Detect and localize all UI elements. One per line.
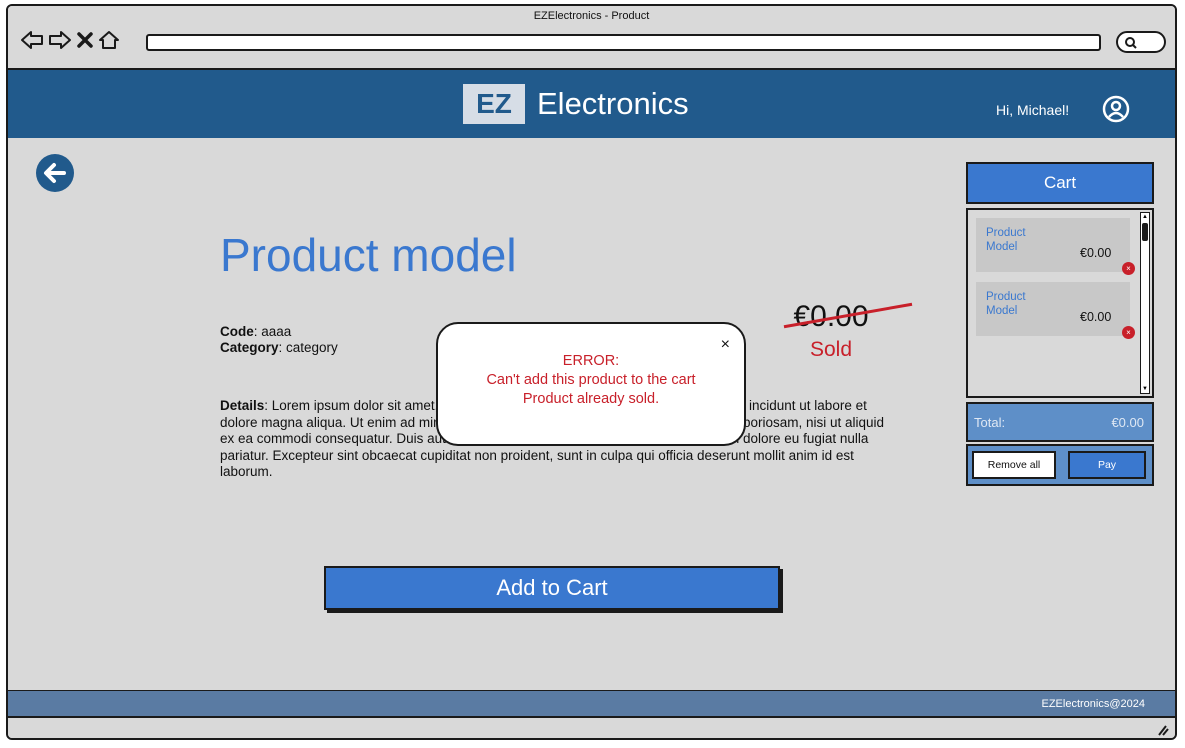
error-modal: × ERROR: Can't add this product to the c…	[436, 322, 746, 446]
browser-search[interactable]	[1116, 31, 1166, 53]
forward-arrow-icon[interactable]	[48, 30, 72, 50]
cart-actions: Remove all Pay	[966, 444, 1154, 486]
price-block: €0.00 Sold	[766, 300, 913, 362]
app-footer: EZElectronics@2024	[8, 690, 1175, 716]
category-value: : category	[278, 340, 338, 355]
logo-text: Electronics	[537, 86, 689, 121]
add-to-cart-button[interactable]: Add to Cart	[324, 566, 780, 610]
cart-item[interactable]: Product Model €0.00 ×	[976, 218, 1135, 275]
error-text: Can't add this product to the cart	[486, 372, 696, 388]
footer-text: EZElectronics@2024	[1041, 698, 1146, 710]
code-label: Code	[220, 324, 254, 339]
resize-grip-icon[interactable]	[1155, 722, 1169, 736]
cart-total: Total: €0.00	[966, 402, 1154, 442]
cart-item-name: Product Model	[986, 227, 1026, 253]
total-label: Total:	[974, 415, 1006, 430]
logo[interactable]: EZ Electronics	[463, 84, 689, 124]
scroll-down-icon[interactable]: ▼	[1141, 385, 1149, 393]
scroll-up-icon[interactable]: ▲	[1141, 213, 1149, 221]
error-reason: Product already sold.	[522, 391, 660, 407]
product-code: Code: aaaa	[220, 324, 338, 340]
product-price: €0.00	[784, 300, 913, 334]
browser-window: EZElectronics - Product EZ Electronics H…	[6, 4, 1177, 740]
product-category: Category: category	[220, 340, 338, 356]
pay-button[interactable]: Pay	[1068, 451, 1146, 479]
remove-item-icon[interactable]: ×	[1122, 326, 1135, 339]
user-profile-icon[interactable]	[1102, 95, 1130, 123]
cart-scrollbar[interactable]: ▲ ▼	[1140, 212, 1150, 394]
browser-nav	[20, 28, 120, 52]
window-title: EZElectronics - Product	[533, 10, 650, 22]
error-message: ERROR: Can't add this product to the car…	[438, 352, 744, 409]
back-arrow-icon[interactable]	[20, 30, 44, 50]
browser-titlebar: EZElectronics - Product	[8, 6, 1175, 70]
product-title: Product model	[220, 229, 517, 281]
logo-mark: EZ	[463, 84, 525, 124]
sold-status: Sold	[809, 338, 853, 361]
product-meta: Code: aaaa Category: category	[220, 324, 338, 356]
cart-title: Cart	[966, 162, 1154, 204]
back-button-icon[interactable]	[35, 153, 75, 193]
remove-all-button[interactable]: Remove all	[972, 451, 1056, 479]
total-value: €0.00	[1111, 415, 1144, 430]
category-label: Category	[220, 340, 279, 355]
search-icon	[1125, 37, 1137, 49]
cart-item-price: €0.00	[1080, 310, 1112, 324]
cart-panel: Cart Product Model €0.00 × Product Model…	[966, 162, 1156, 486]
cart-list[interactable]: Product Model €0.00 × Product Model €0.0…	[966, 208, 1154, 398]
browser-statusbar	[8, 716, 1175, 738]
address-bar[interactable]	[146, 34, 1101, 51]
home-icon[interactable]	[98, 30, 120, 50]
cart-item[interactable]: Product Model €0.00 ×	[976, 282, 1135, 339]
app-header: EZ Electronics Hi, Michael!	[8, 70, 1175, 138]
details-label: Details	[220, 398, 265, 413]
cart-item-price: €0.00	[1080, 246, 1112, 260]
user-greeting: Hi, Michael!	[996, 102, 1070, 118]
error-title: ERROR:	[562, 353, 620, 369]
remove-item-icon[interactable]: ×	[1122, 262, 1135, 275]
scroll-thumb[interactable]	[1142, 223, 1148, 241]
code-value: : aaaa	[253, 324, 292, 339]
cart-item-name: Product Model	[986, 291, 1026, 317]
close-icon[interactable]	[76, 30, 94, 50]
